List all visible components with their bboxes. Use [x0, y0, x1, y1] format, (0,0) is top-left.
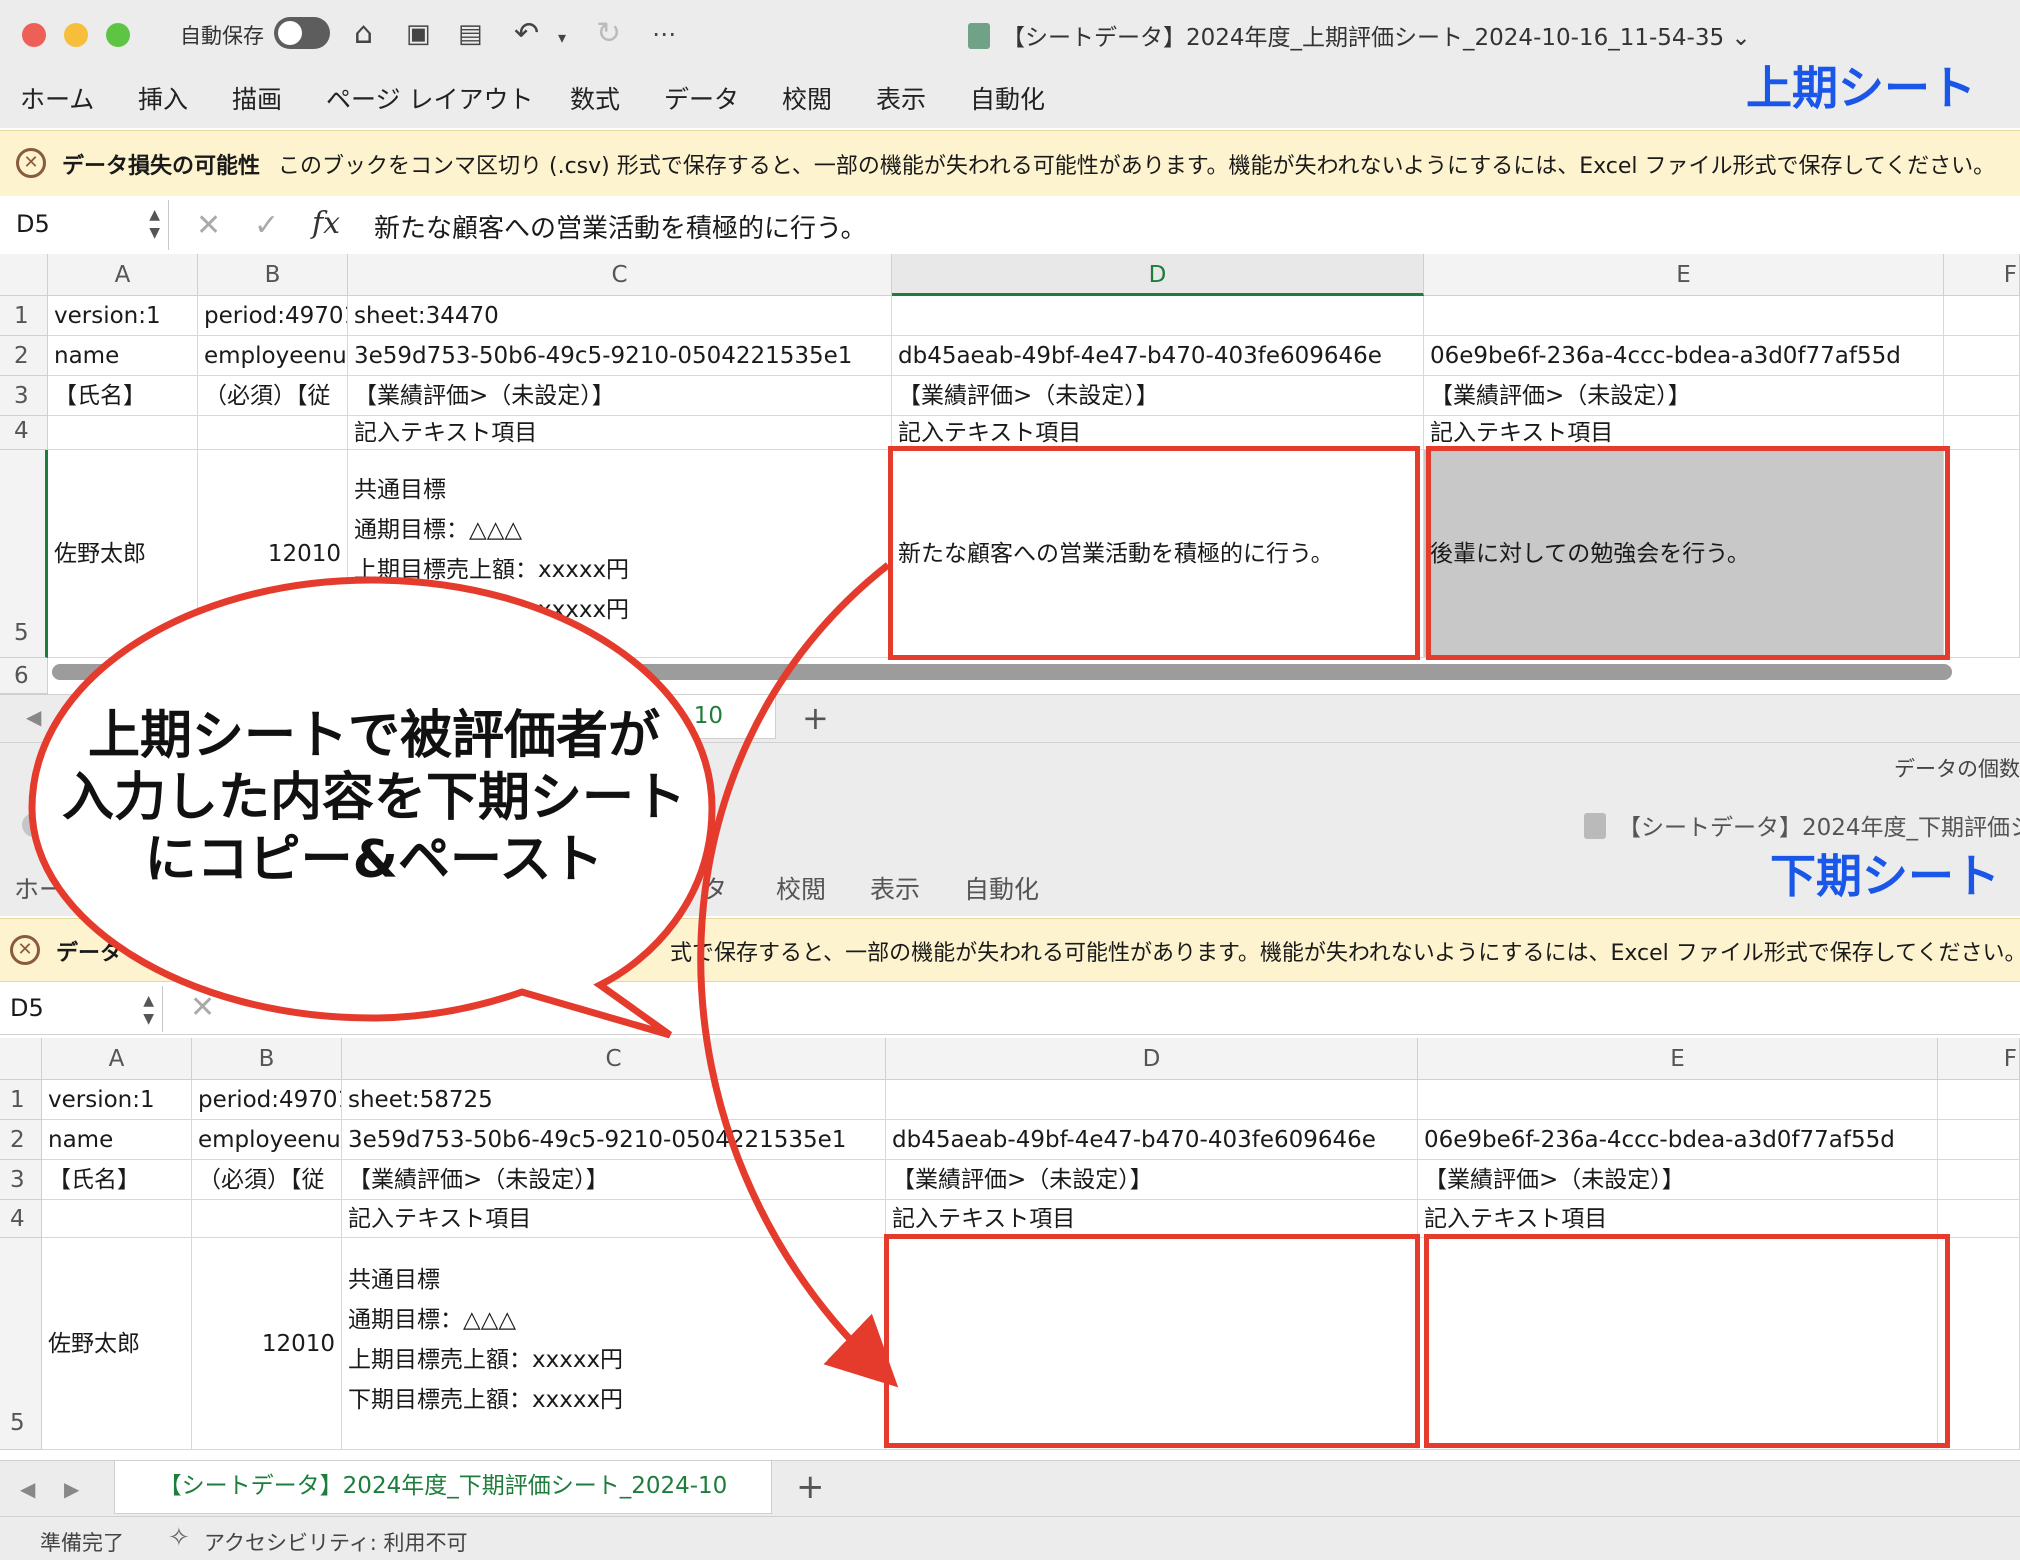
callout-text: 上期シートで被評価者が 入力した内容を下期シート にコピー&ペースト	[44, 705, 704, 891]
callout-line-3: にコピー&ペースト	[144, 830, 604, 890]
copy-arrow	[697, 562, 899, 1388]
callout-line-1: 上期シートで被評価者が	[87, 706, 660, 766]
callout-line-2: 入力した内容を下期シート	[61, 768, 686, 828]
